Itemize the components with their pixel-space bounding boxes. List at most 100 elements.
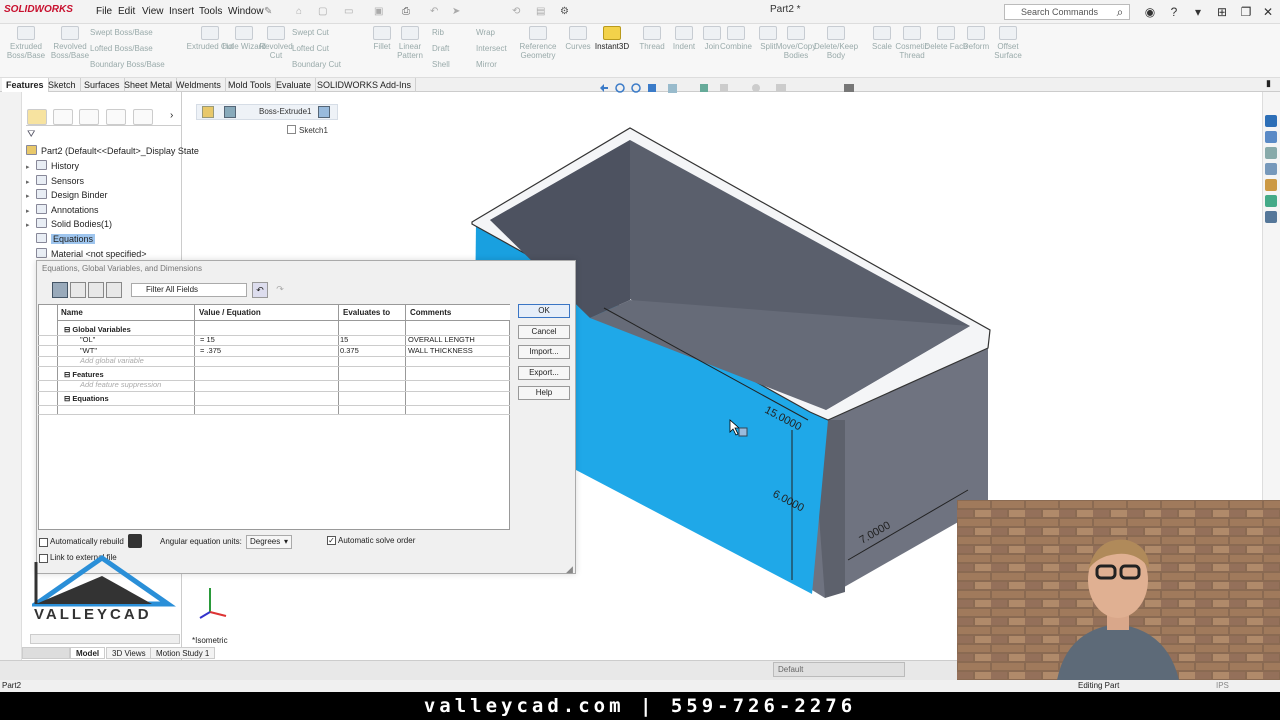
equation-view-button[interactable]	[52, 282, 68, 298]
restore-window-icon[interactable]: ❐	[1238, 4, 1254, 20]
tree-item-design-binder[interactable]: ▸ Design Binder	[26, 188, 108, 202]
tree-item-equations[interactable]: Equations	[26, 232, 96, 246]
filter-all-fields-input[interactable]: Filter All Fields	[131, 283, 247, 297]
display-manager-tab[interactable]	[133, 109, 153, 125]
tree-item-material[interactable]: Material <not specified>	[26, 247, 147, 261]
configuration-select[interactable]: Default	[773, 662, 905, 677]
extrude-tool[interactable]: Extruded Boss/Base	[2, 26, 50, 66]
swept-boss-tool[interactable]: Swept Boss/Base	[90, 26, 153, 40]
menu-view[interactable]: View	[142, 4, 164, 20]
column-value-equation[interactable]: Value / Equation	[195, 305, 339, 321]
tab-solidworks-addins[interactable]: SOLIDWORKS Add-Ins	[313, 78, 417, 92]
revolve-tool[interactable]: Revolved Boss/Base	[46, 26, 94, 66]
help-icon[interactable]: ?	[1166, 4, 1182, 20]
custom-properties-icon[interactable]	[1265, 195, 1277, 207]
linear-pattern-tool[interactable]: Linear Pattern	[386, 26, 434, 66]
undo-icon[interactable]: ↶	[430, 4, 438, 20]
menu-insert[interactable]: Insert	[169, 4, 194, 20]
tab-collapse-icon[interactable]: ▮	[1266, 78, 1278, 92]
rebuild-icon[interactable]: ⟲	[512, 4, 520, 20]
add-global-variable-cell[interactable]: Add global variable	[76, 356, 144, 366]
cancel-button[interactable]: Cancel	[518, 325, 570, 339]
tab-mold-tools[interactable]: Mold Tools	[224, 78, 276, 92]
tree-item-history[interactable]: ▸ History	[26, 159, 79, 173]
column-evaluates-to[interactable]: Evaluates to	[339, 305, 406, 321]
tree-item-solid-bodies[interactable]: ▸ Solid Bodies(1)	[26, 217, 112, 231]
var-value-ol[interactable]: = 15	[196, 335, 215, 345]
search-magnifier-icon[interactable]: ⌕	[1112, 4, 1128, 20]
window-layout-icon[interactable]: ⊞	[1214, 4, 1230, 20]
open-icon[interactable]: ▭	[344, 4, 353, 20]
new-document-icon[interactable]: ▢	[318, 4, 327, 20]
tab-nav-arrows[interactable]	[22, 647, 70, 659]
tab-motion-study[interactable]: Motion Study 1	[150, 647, 216, 659]
select-icon[interactable]: ➤	[452, 4, 460, 20]
export-button[interactable]: Export...	[518, 366, 570, 380]
design-library-icon[interactable]	[1265, 131, 1277, 143]
tab-3d-views[interactable]: 3D Views	[106, 647, 152, 659]
tree-item-annotations[interactable]: ▸ Annotations	[26, 203, 99, 217]
menu-file[interactable]: File	[96, 4, 112, 20]
boundary-cut-tool[interactable]: Boundary Cut	[292, 58, 341, 72]
offset-surface-tool[interactable]: Offset Surface	[984, 26, 1032, 66]
rib-tool[interactable]: Rib	[432, 26, 444, 40]
filter-icon[interactable]: ⛛	[27, 129, 35, 140]
menu-tools[interactable]: Tools	[199, 4, 222, 20]
tree-item-sensors[interactable]: ▸ Sensors	[26, 174, 84, 188]
swept-cut-tool[interactable]: Swept Cut	[292, 26, 329, 40]
print-icon[interactable]: ⎙	[402, 4, 410, 20]
redo-button[interactable]: ↷	[272, 282, 288, 298]
tab-evaluate[interactable]: Evaluate	[272, 78, 317, 92]
tab-surfaces[interactable]: Surfaces	[80, 78, 125, 92]
solidworks-logo[interactable]: SOLIDWORKS	[4, 4, 73, 20]
shell-tool[interactable]: Shell	[432, 58, 450, 72]
var-name-wt[interactable]: "WT"	[76, 346, 97, 356]
tab-model[interactable]: Model	[70, 647, 106, 659]
import-button[interactable]: Import...	[518, 345, 570, 359]
dimxpert-manager-tab[interactable]	[106, 109, 126, 125]
ok-button[interactable]: OK	[518, 304, 570, 318]
var-comment-ol[interactable]: OVERALL LENGTH	[404, 335, 475, 345]
property-manager-tab[interactable]	[53, 109, 73, 125]
tree-root-part[interactable]: Part2 (Default<<Default>_Display State	[26, 144, 199, 158]
feature-manager-tab[interactable]	[27, 109, 47, 125]
column-name[interactable]: Name	[57, 305, 195, 321]
delete-keep-tool[interactable]: Delete/Keep Body	[812, 26, 860, 66]
auto-rebuild-checkbox[interactable]	[39, 538, 48, 547]
rebuild-traffic-light-icon[interactable]	[128, 534, 142, 548]
resize-grip-icon[interactable]: ◢	[566, 564, 573, 575]
options-gear-icon[interactable]: ⚙	[560, 4, 569, 20]
status-units[interactable]: IPS	[1216, 681, 1229, 690]
undo-button[interactable]: ↶	[252, 282, 268, 298]
intersect-tool[interactable]: Intersect	[476, 42, 507, 56]
menu-edit[interactable]: Edit	[118, 4, 135, 20]
user-account-icon[interactable]: ◉	[1142, 4, 1158, 20]
forum-icon[interactable]	[1265, 211, 1277, 223]
menu-window[interactable]: Window	[228, 4, 264, 20]
var-name-ol[interactable]: "OL"	[76, 335, 95, 345]
sketch-tools-strip[interactable]	[0, 92, 22, 682]
sketch-equation-view-button[interactable]	[70, 282, 86, 298]
lofted-cut-tool[interactable]: Lofted Cut	[292, 42, 329, 56]
column-comments[interactable]: Comments	[406, 305, 510, 321]
chevron-right-icon[interactable]: ›	[170, 110, 173, 121]
save-icon[interactable]: ▣	[374, 4, 383, 20]
solidworks-resources-icon[interactable]	[1265, 115, 1277, 127]
wrap-tool[interactable]: Wrap	[476, 26, 495, 40]
tab-sheet-metal[interactable]: Sheet Metal	[120, 78, 178, 92]
help-button[interactable]: Help	[518, 386, 570, 400]
file-explorer-icon[interactable]	[1265, 147, 1277, 159]
draft-tool[interactable]: Draft	[432, 42, 449, 56]
add-feature-suppression-cell[interactable]: Add feature suppression	[76, 380, 161, 390]
ordered-view-button[interactable]	[106, 282, 122, 298]
section-equations[interactable]: ⊟ Equations	[60, 394, 109, 404]
pin-icon[interactable]: ✎	[264, 4, 272, 20]
help-dropdown-icon[interactable]: ▾	[1190, 4, 1206, 20]
section-features[interactable]: ⊟ Features	[60, 370, 104, 380]
lofted-boss-tool[interactable]: Lofted Boss/Base	[90, 42, 153, 56]
tab-features[interactable]: Features	[2, 78, 49, 92]
mirror-tool[interactable]: Mirror	[476, 58, 497, 72]
section-global-variables[interactable]: ⊟ Global Variables	[60, 325, 131, 335]
tab-sketch[interactable]: Sketch	[44, 78, 81, 92]
auto-solve-checkbox[interactable]: ✓	[327, 536, 336, 545]
